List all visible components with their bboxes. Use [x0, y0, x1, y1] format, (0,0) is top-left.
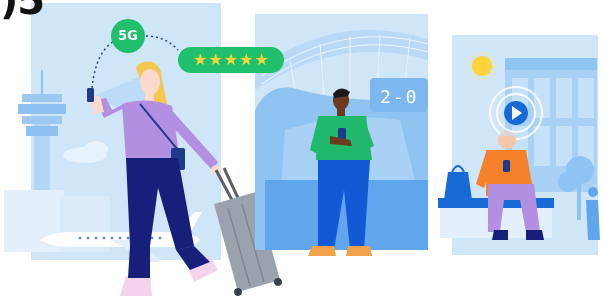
star-icon: ★ — [223, 50, 239, 69]
illustration: 2-0 — [4, 3, 600, 296]
phone-icon — [87, 88, 94, 102]
sun-icon — [468, 52, 496, 80]
star-icon: ★ — [193, 50, 208, 69]
star-icon: ★ — [208, 50, 223, 69]
5g-signal-icon: 5G — [111, 19, 145, 53]
heading-fragment: )5 — [0, 0, 45, 24]
terminal-panel — [438, 35, 600, 255]
scoreboard-text: 2-0 — [380, 87, 419, 108]
play-icon — [489, 86, 543, 140]
star-icon: ★ — [239, 50, 254, 69]
star-icon: ★ — [254, 50, 269, 69]
star-rating: ★ ★ ★ ★ ★ — [178, 47, 284, 73]
stadium-panel: 2-0 — [255, 14, 429, 256]
